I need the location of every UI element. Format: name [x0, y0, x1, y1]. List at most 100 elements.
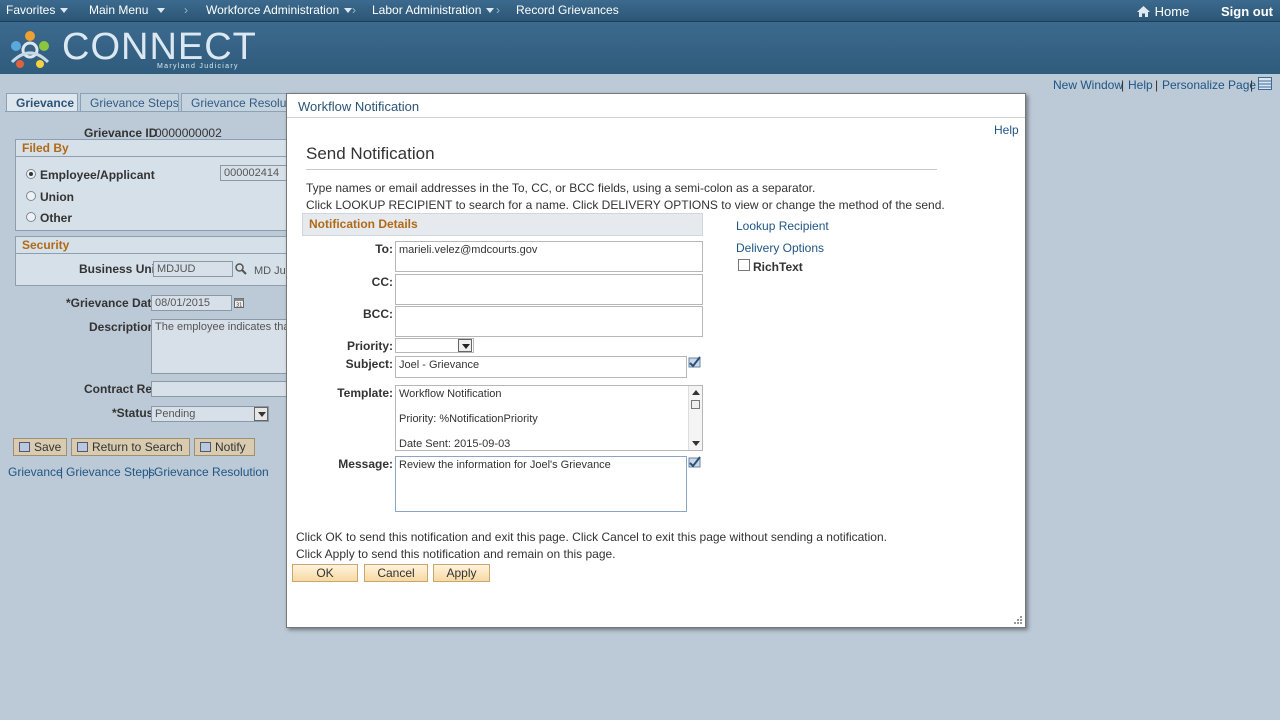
- scroll-thumb[interactable]: [691, 400, 700, 409]
- return-to-search-button[interactable]: Return to Search: [71, 438, 190, 456]
- bottom-link-grievance-steps[interactable]: Grievance Steps: [66, 465, 155, 479]
- cc-label: CC:: [371, 275, 393, 289]
- workflow-notification-dialog: Workflow Notification Help Send Notifica…: [286, 93, 1026, 628]
- message-label: Message:: [338, 457, 393, 471]
- to-label: To:: [375, 242, 393, 256]
- subject-field[interactable]: Joel - Grievance: [395, 356, 687, 378]
- employee-applicant-label: Employee/Applicant: [40, 168, 155, 182]
- favorites-menu[interactable]: Favorites: [6, 3, 69, 17]
- business-unit-field[interactable]: MDJUD: [153, 261, 233, 277]
- signout-link[interactable]: Sign out: [1221, 4, 1273, 19]
- footer-instructions-2: Click Apply to send this notification an…: [296, 547, 616, 561]
- help-link[interactable]: Help: [1128, 78, 1153, 92]
- contract-ref-field[interactable]: [151, 381, 287, 397]
- tab-underline: [5, 111, 287, 112]
- grievance-date-field[interactable]: 08/01/2015: [151, 295, 232, 311]
- cancel-button[interactable]: Cancel: [364, 564, 428, 582]
- chevron-down-icon: [486, 8, 495, 14]
- save-button[interactable]: Save: [13, 438, 67, 456]
- resize-grip-icon[interactable]: [1011, 613, 1023, 625]
- personalize-page-link[interactable]: Personalize Page: [1162, 78, 1256, 92]
- send-notification-heading: Send Notification: [306, 144, 435, 163]
- grievance-id-label: Grievance ID: [84, 126, 158, 140]
- chevron-down-icon: [157, 8, 166, 14]
- description-field[interactable]: The employee indicates tha: [151, 319, 287, 374]
- notify-label: Notify: [215, 440, 246, 454]
- bottom-link-grievance-resolution[interactable]: Grievance Resolution: [154, 465, 269, 479]
- scroll-up-icon[interactable]: [692, 390, 700, 395]
- spellcheck-icon[interactable]: [687, 355, 702, 369]
- favorites-label: Favorites: [6, 3, 56, 17]
- chevron-down-icon: [344, 8, 353, 14]
- lookup-recipient-link[interactable]: Lookup Recipient: [736, 219, 829, 233]
- instructions-line-1: Type names or email addresses in the To,…: [306, 181, 816, 195]
- priority-dropdown-button[interactable]: [458, 339, 472, 352]
- union-radio[interactable]: [26, 191, 36, 201]
- link-separator: |: [1155, 78, 1159, 92]
- template-line-2: Priority: %NotificationPriority: [399, 413, 538, 425]
- employee-id-field[interactable]: 000002414: [220, 165, 287, 181]
- chevron-down-icon: [462, 344, 470, 349]
- other-label: Other: [40, 211, 73, 225]
- notification-details-title: Notification Details: [309, 217, 418, 231]
- top-navigation-bar: Favorites Main Menu › Workforce Administ…: [0, 0, 1280, 22]
- message-field[interactable]: Review the information for Joel's Grieva…: [395, 456, 687, 512]
- bottom-link-grievance[interactable]: Grievance: [8, 465, 63, 479]
- search-icon[interactable]: [235, 263, 247, 275]
- spellcheck-icon[interactable]: [687, 455, 702, 469]
- breadcrumb-workforce-administration[interactable]: Workforce Administration: [206, 3, 353, 17]
- richtext-label: RichText: [753, 260, 803, 274]
- template-scrollbar[interactable]: [688, 386, 702, 450]
- apply-button[interactable]: Apply: [433, 564, 490, 582]
- priority-label: Priority:: [346, 339, 393, 353]
- employee-applicant-radio[interactable]: [26, 169, 36, 179]
- tab-grievance[interactable]: Grievance: [6, 93, 78, 112]
- dialog-help-link[interactable]: Help: [994, 123, 1019, 137]
- other-radio[interactable]: [26, 212, 36, 222]
- home-link[interactable]: Home: [1136, 4, 1189, 19]
- home-label: Home: [1154, 4, 1190, 19]
- security-title: Security: [22, 238, 70, 252]
- connect-logo-icon: [10, 31, 50, 68]
- to-field[interactable]: marieli.velez@mdcourts.gov: [395, 241, 703, 272]
- tab-grievance-resolution[interactable]: Grievance Resolution: [181, 93, 287, 112]
- bcc-label: BCC:: [363, 307, 393, 321]
- filed-by-title: Filed By: [22, 141, 69, 155]
- instructions-line-2: Click LOOKUP RECIPIENT to search for a n…: [306, 198, 945, 212]
- richtext-checkbox[interactable]: [738, 259, 750, 271]
- grid-layout-icon[interactable]: [1258, 77, 1272, 90]
- breadcrumb-label: Labor Administration: [372, 3, 482, 17]
- tab-grievance-steps[interactable]: Grievance Steps: [80, 93, 179, 112]
- template-field[interactable]: Workflow Notification Priority: %Notific…: [395, 385, 703, 451]
- template-label: Template:: [337, 386, 393, 400]
- union-label: Union: [40, 190, 74, 204]
- save-label: Save: [34, 440, 62, 454]
- dialog-title: Workflow Notification: [287, 94, 1025, 118]
- breadcrumb-separator-icon: ›: [496, 3, 500, 17]
- notify-button[interactable]: Notify: [194, 438, 255, 456]
- cc-field[interactable]: [395, 274, 703, 305]
- business-unit-description: MD Ju: [254, 265, 286, 277]
- main-menu[interactable]: Main Menu: [89, 3, 166, 17]
- home-icon: [1137, 6, 1150, 17]
- business-unit-label: Business Unit: [79, 262, 160, 276]
- scroll-down-icon[interactable]: [692, 441, 700, 446]
- grievance-id-value: 0000000002: [155, 126, 222, 140]
- bcc-field[interactable]: [395, 306, 703, 337]
- status-select[interactable]: Pending: [151, 406, 269, 422]
- footer-instructions-1: Click OK to send this notification and e…: [296, 530, 887, 544]
- calendar-icon[interactable]: 31: [234, 297, 244, 308]
- description-label: Description: [89, 320, 156, 334]
- chevron-down-icon: [60, 8, 69, 14]
- new-window-link[interactable]: New Window: [1053, 78, 1123, 92]
- template-line-3: Date Sent: 2015-09-03: [399, 438, 511, 450]
- status-dropdown-button[interactable]: [254, 407, 268, 421]
- ok-button[interactable]: OK: [292, 564, 358, 582]
- delivery-options-link[interactable]: Delivery Options: [736, 241, 824, 255]
- template-line-1: Workflow Notification: [399, 388, 502, 400]
- breadcrumb-record-grievances[interactable]: Record Grievances: [516, 3, 619, 17]
- return-to-search-label: Return to Search: [92, 440, 183, 454]
- breadcrumb-labor-administration[interactable]: Labor Administration: [372, 3, 495, 17]
- link-separator: |: [1250, 78, 1254, 92]
- breadcrumb-separator-icon: ›: [184, 3, 188, 17]
